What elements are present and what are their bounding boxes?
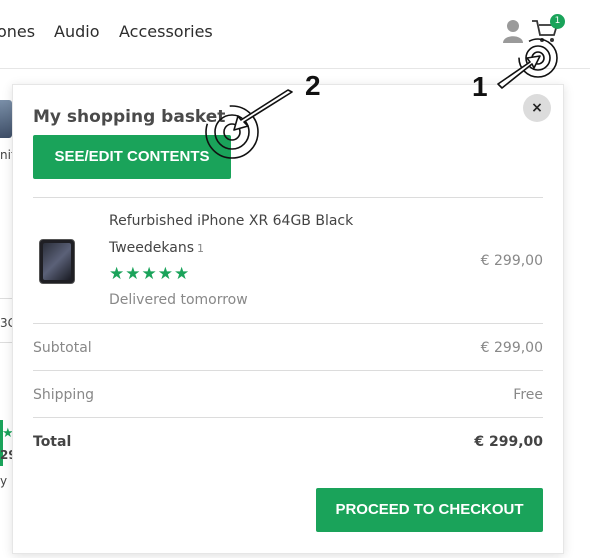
subtotal-label: Subtotal bbox=[33, 340, 92, 356]
product-name[interactable]: Refurbished iPhone XR 64GB Black bbox=[109, 213, 353, 229]
close-button[interactable]: × bbox=[523, 94, 551, 122]
panel-title: My shopping basket bbox=[33, 107, 226, 127]
divider bbox=[33, 370, 543, 371]
annotation-step-1: 1 bbox=[472, 71, 488, 102]
product-price: € 299,00 bbox=[480, 253, 543, 269]
background-product-thumbnail bbox=[0, 100, 12, 138]
annotation-step-2: 2 bbox=[305, 70, 321, 101]
nav-item-accessories[interactable]: Accessories bbox=[119, 22, 213, 41]
divider bbox=[33, 197, 543, 198]
divider bbox=[33, 417, 543, 418]
divider bbox=[33, 323, 543, 324]
total-value: € 299,00 bbox=[474, 434, 543, 450]
product-quantity: 1 bbox=[197, 242, 204, 255]
background-divider bbox=[0, 298, 12, 299]
nav-item-audio[interactable]: Audio bbox=[54, 22, 99, 41]
rating-stars-icon: ★★★★★ bbox=[109, 264, 191, 284]
total-label: Total bbox=[33, 434, 72, 450]
shipping-label: Shipping bbox=[33, 387, 95, 403]
product-condition: Tweedekans bbox=[109, 240, 195, 256]
delivery-estimate: Delivered tomorrow bbox=[109, 292, 248, 308]
proceed-to-checkout-button[interactable]: PROCEED TO CHECKOUT bbox=[316, 488, 543, 532]
annotation-cursor-icon bbox=[205, 89, 293, 159]
annotation-cursor-icon bbox=[497, 38, 558, 89]
nav-item-phones[interactable]: ones bbox=[0, 22, 35, 41]
subtotal-value: € 299,00 bbox=[480, 340, 543, 356]
product-image[interactable] bbox=[39, 239, 75, 284]
cart-count-badge: 1 bbox=[550, 14, 565, 29]
background-text-fragment: y bbox=[0, 474, 8, 488]
see-edit-contents-button[interactable]: SEE/EDIT CONTENTS bbox=[33, 135, 231, 179]
background-divider bbox=[0, 342, 12, 343]
shipping-value: Free bbox=[513, 387, 543, 403]
